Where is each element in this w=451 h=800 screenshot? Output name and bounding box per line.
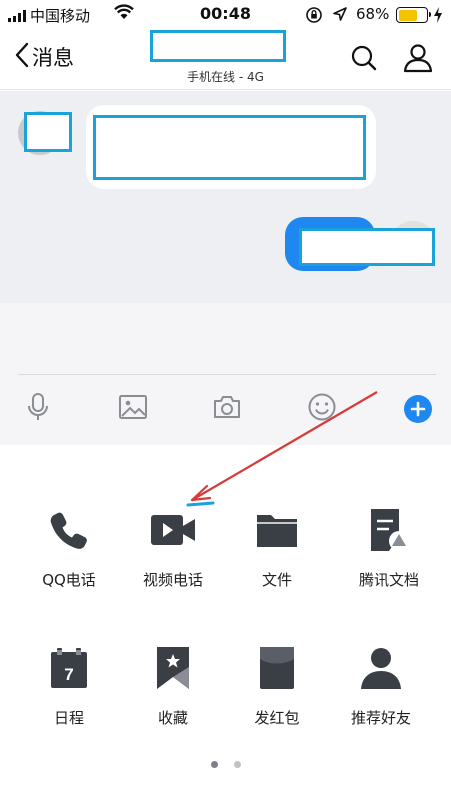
input-divider [18,374,436,375]
bookmark-icon [118,643,228,693]
battery-icon [396,7,431,23]
emoji-icon[interactable] [306,391,338,423]
calendar-icon: 7 [14,643,124,693]
video-call-button[interactable]: 视频电话 [118,505,228,590]
microphone-icon[interactable] [22,391,54,423]
panel-item-label: 推荐好友 [350,709,411,727]
qq-call-button[interactable]: QQ电话 [14,505,124,590]
search-icon[interactable] [350,44,378,76]
online-status: 手机在线 - 4G [187,70,264,84]
battery-percent: 68% [356,5,390,23]
recommend-friend-button[interactable]: 推荐好友 [326,643,436,728]
person-icon [326,643,436,693]
panel-item-label: 文件 [261,571,292,589]
red-packet-button[interactable]: 发红包 [222,643,332,728]
panel-item-label: 视频电话 [142,571,203,589]
chat-header: 消息 手机在线 - 4G [0,30,451,90]
plus-icon[interactable] [404,395,432,423]
schedule-button[interactable]: 7 日程 [14,643,124,728]
orientation-lock-icon [305,6,323,28]
file-button[interactable]: 文件 [222,505,332,590]
tencent-doc-icon [334,505,444,555]
red-packet-icon [222,643,332,693]
camera-icon[interactable] [211,391,243,423]
phone-icon [14,505,124,555]
folder-icon [222,505,332,555]
location-icon [332,6,348,26]
video-call-icon [118,505,228,555]
panel-item-label: 日程 [53,709,84,727]
contact-name-redacted [150,30,286,62]
charging-icon [433,6,443,28]
panel-item-label: 腾讯文档 [358,571,419,589]
message-redaction [93,115,366,180]
page-dot[interactable] [210,761,218,768]
profile-icon[interactable] [402,42,434,78]
status-bar: 中国移动 00:48 68% [0,0,451,30]
message-input[interactable] [18,311,436,373]
panel-item-label: 收藏 [157,709,188,727]
incoming-message-bubble[interactable] [86,105,376,189]
page-dot[interactable] [233,761,241,768]
panel-item-label: 发红包 [254,709,300,727]
tencent-docs-button[interactable]: 腾讯文档 [334,505,444,590]
image-icon[interactable] [117,391,149,423]
function-panel: QQ电话 视频电话 文件 腾讯文档 7 日程 收藏 发红包 推荐好友 [0,445,451,800]
contact-avatar[interactable] [18,111,72,155]
message-redaction [299,228,435,266]
svg-text:7: 7 [64,665,73,684]
panel-item-label: QQ电话 [42,571,96,589]
favorites-button[interactable]: 收藏 [118,643,228,728]
input-area [0,303,451,445]
avatar-redaction [24,112,72,152]
page-indicator [0,761,451,768]
message-list[interactable] [0,91,451,303]
